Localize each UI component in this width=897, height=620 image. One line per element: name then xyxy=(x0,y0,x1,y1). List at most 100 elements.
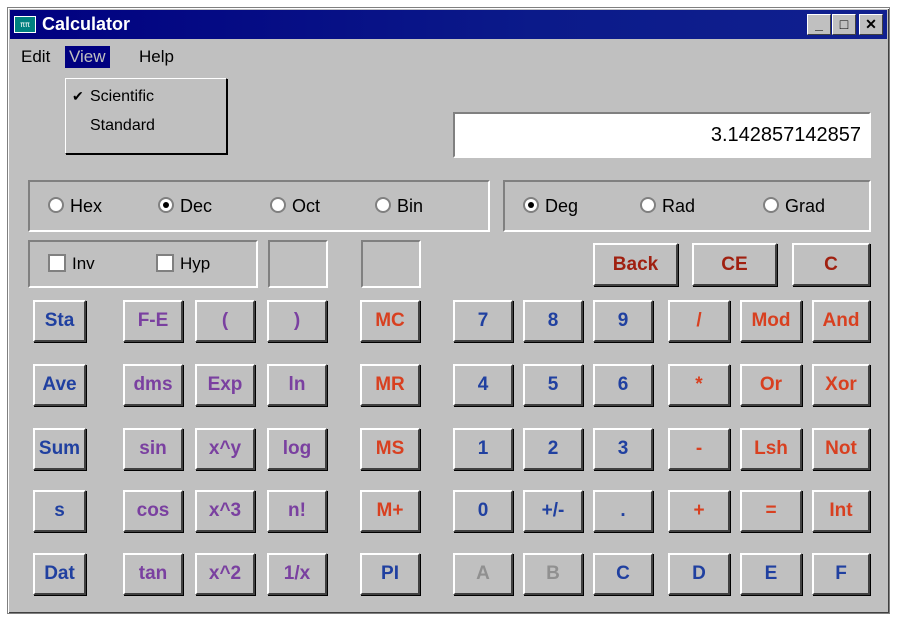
radio-button-icon xyxy=(48,197,64,214)
open-paren-button[interactable]: ( xyxy=(195,300,255,342)
maximize-button[interactable]: □ xyxy=(832,14,856,35)
xor-button[interactable]: Xor xyxy=(812,364,870,406)
tan-button[interactable]: tan xyxy=(123,553,183,595)
menu-view[interactable]: View xyxy=(65,46,110,68)
digit-4-button[interactable]: 4 xyxy=(453,364,513,406)
checkbox-label: Hyp xyxy=(180,254,211,273)
close-paren-button[interactable]: ) xyxy=(267,300,327,342)
hex-e-button[interactable]: E xyxy=(740,553,802,595)
radio-label: Grad xyxy=(785,196,826,216)
hex-a-button[interactable]: A xyxy=(453,553,513,595)
title-bar[interactable]: ππ Calculator _ □ ✕ xyxy=(10,10,887,39)
clear-entry-button[interactable]: CE xyxy=(692,243,777,286)
or-button[interactable]: Or xyxy=(740,364,802,406)
menu-item-label: Standard xyxy=(90,117,155,134)
radio-label: Deg xyxy=(545,196,579,216)
radio-deg[interactable]: Deg xyxy=(523,196,578,217)
pi-button[interactable]: PI xyxy=(360,553,420,595)
radio-button-icon xyxy=(763,197,779,214)
x-squared-button[interactable]: x^2 xyxy=(195,553,255,595)
cos-button[interactable]: cos xyxy=(123,490,183,532)
not-button[interactable]: Not xyxy=(812,428,870,470)
dms-button[interactable]: dms xyxy=(123,364,183,406)
radio-hex[interactable]: Hex xyxy=(48,196,102,217)
radio-bin[interactable]: Bin xyxy=(375,196,423,217)
radio-button-icon xyxy=(640,197,656,214)
parenthesis-indicator xyxy=(268,240,328,288)
radio-label: Bin xyxy=(397,196,424,216)
sum-button[interactable]: Sum xyxy=(33,428,86,470)
back-button[interactable]: Back xyxy=(593,243,678,286)
ln-button[interactable]: ln xyxy=(267,364,327,406)
memory-clear-button[interactable]: MC xyxy=(360,300,420,342)
menu-help[interactable]: Help xyxy=(135,46,178,68)
digit-3-button[interactable]: 3 xyxy=(593,428,653,470)
hex-c-button[interactable]: C xyxy=(593,553,653,595)
menu-item-label: Scientific xyxy=(90,88,155,105)
digit-2-button[interactable]: 2 xyxy=(523,428,583,470)
sin-button[interactable]: sin xyxy=(123,428,183,470)
subtract-button[interactable]: - xyxy=(668,428,730,470)
digit-6-button[interactable]: 6 xyxy=(593,364,653,406)
ave-button[interactable]: Ave xyxy=(33,364,86,406)
modifiers-group: Inv Hyp xyxy=(28,240,258,288)
log-button[interactable]: log xyxy=(267,428,327,470)
x-cubed-button[interactable]: x^3 xyxy=(195,490,255,532)
radio-button-icon xyxy=(375,197,391,214)
view-dropdown-menu: ✔ Scientific Standard xyxy=(65,78,227,154)
and-button[interactable]: And xyxy=(812,300,870,342)
angle-units-group: Deg Rad Grad xyxy=(503,180,871,232)
radio-label: Rad xyxy=(662,196,696,216)
equals-button[interactable]: = xyxy=(740,490,802,532)
digit-1-button[interactable]: 1 xyxy=(453,428,513,470)
radio-rad[interactable]: Rad xyxy=(640,196,695,217)
x-pow-y-button[interactable]: x^y xyxy=(195,428,255,470)
sign-toggle-button[interactable]: +/- xyxy=(523,490,583,532)
radio-label: Hex xyxy=(70,196,103,216)
calculator-window: ππ Calculator _ □ ✕ Edit View Help ✔ Sci… xyxy=(7,7,890,614)
calculator-app-icon[interactable]: ππ xyxy=(14,16,36,33)
dat-button[interactable]: Dat xyxy=(33,553,86,595)
digit-9-button[interactable]: 9 xyxy=(593,300,653,342)
digit-5-button[interactable]: 5 xyxy=(523,364,583,406)
lsh-button[interactable]: Lsh xyxy=(740,428,802,470)
f-e-button[interactable]: F-E xyxy=(123,300,183,342)
radio-dec[interactable]: Dec xyxy=(158,196,212,217)
calculator-display: 3.142857142857 xyxy=(453,112,871,158)
memory-add-button[interactable]: M+ xyxy=(360,490,420,532)
memory-recall-button[interactable]: MR xyxy=(360,364,420,406)
checkbox-icon xyxy=(48,253,66,272)
int-button[interactable]: Int xyxy=(812,490,870,532)
radio-button-selected-icon xyxy=(523,197,539,214)
s-button[interactable]: s xyxy=(33,490,86,532)
memory-store-button[interactable]: MS xyxy=(360,428,420,470)
minimize-button[interactable]: _ xyxy=(807,14,831,35)
checkmark-icon: ✔ xyxy=(72,88,84,104)
checkbox-inv[interactable]: Inv xyxy=(48,253,95,274)
menu-edit[interactable]: Edit xyxy=(17,46,54,68)
digit-7-button[interactable]: 7 xyxy=(453,300,513,342)
sta-button[interactable]: Sta xyxy=(33,300,86,342)
hex-f-button[interactable]: F xyxy=(812,553,870,595)
hex-b-button[interactable]: B xyxy=(523,553,583,595)
clear-button[interactable]: C xyxy=(792,243,870,286)
digit-0-button[interactable]: 0 xyxy=(453,490,513,532)
add-button[interactable]: + xyxy=(668,490,730,532)
hex-d-button[interactable]: D xyxy=(668,553,730,595)
memory-indicator xyxy=(361,240,421,288)
factorial-button[interactable]: n! xyxy=(267,490,327,532)
mod-button[interactable]: Mod xyxy=(740,300,802,342)
window-title: Calculator xyxy=(42,14,131,34)
reciprocal-button[interactable]: 1/x xyxy=(267,553,327,595)
multiply-button[interactable]: * xyxy=(668,364,730,406)
close-button[interactable]: ✕ xyxy=(859,14,883,35)
divide-button[interactable]: / xyxy=(668,300,730,342)
decimal-point-button[interactable]: . xyxy=(593,490,653,532)
menu-bar: Edit View Help xyxy=(10,41,887,71)
checkbox-hyp[interactable]: Hyp xyxy=(156,253,211,274)
radio-grad[interactable]: Grad xyxy=(763,196,825,217)
radio-oct[interactable]: Oct xyxy=(270,196,320,217)
exp-button[interactable]: Exp xyxy=(195,364,255,406)
radio-button-icon xyxy=(270,197,286,214)
digit-8-button[interactable]: 8 xyxy=(523,300,583,342)
